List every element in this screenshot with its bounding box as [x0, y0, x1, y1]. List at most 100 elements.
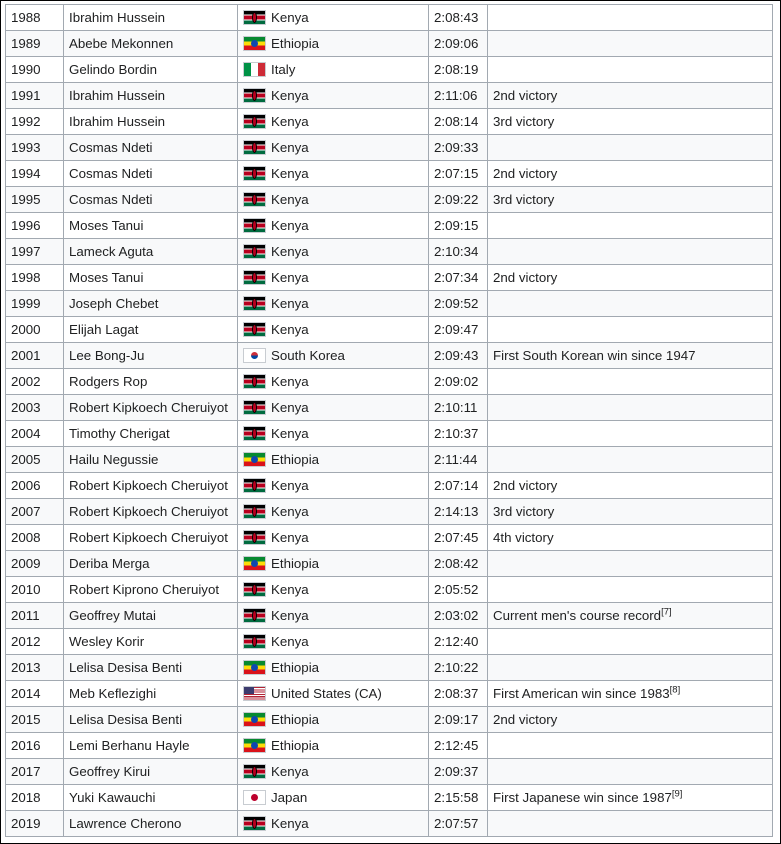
finish-time: 2:08:19 — [434, 62, 479, 77]
time-cell: 2:05:52 — [428, 576, 488, 603]
athlete-name: Robert Kipkoech Cheruiyot — [69, 504, 228, 519]
time-cell: 2:12:45 — [428, 732, 488, 759]
year-cell: 2019 — [5, 810, 64, 837]
athlete-cell: Ibrahim Hussein — [63, 82, 238, 109]
table-row: 2004 Timothy Cherigat Kenya 2:10:37 — [5, 420, 773, 447]
athlete-name: Ibrahim Hussein — [69, 114, 166, 129]
country-link[interactable]: United States (CA) — [271, 686, 382, 701]
country-link[interactable]: Kenya — [271, 10, 309, 25]
table-row: 2011 Geoffrey Mutai Kenya 2:03:02 Curren… — [5, 602, 773, 629]
athlete-link[interactable]: Abebe Mekonnen — [69, 36, 173, 51]
athlete-link[interactable]: Lelisa Desisa Benti — [69, 660, 182, 675]
athlete-link[interactable]: Cosmas Ndeti — [69, 140, 153, 155]
year-text: 2007 — [11, 504, 41, 519]
year-link[interactable]: 2011 — [11, 608, 40, 623]
time-cell: 2:10:11 — [428, 394, 488, 421]
country-name: Ethiopia — [271, 711, 320, 727]
athlete-cell: Abebe Mekonnen — [63, 30, 238, 57]
country-link[interactable]: Ethiopia — [271, 738, 319, 753]
athlete-link[interactable]: Lawrence Cherono — [69, 816, 181, 831]
athlete-link[interactable]: Robert Kiprono Cheruiyot — [69, 582, 219, 597]
country-link[interactable]: Ethiopia — [271, 36, 319, 51]
kenya-flag-icon — [243, 114, 266, 130]
country-cell: Kenya — [237, 394, 429, 421]
year-link[interactable]: 2019 — [11, 816, 41, 831]
time-cell: 2:08:37 — [428, 680, 488, 707]
athlete-link[interactable]: Elijah Lagat — [69, 322, 139, 337]
year-cell: 1993 — [5, 134, 64, 161]
year-cell: 2005 — [5, 446, 64, 473]
athlete-link[interactable]: Ibrahim Hussein — [69, 10, 165, 25]
country-name: Kenya — [271, 607, 309, 623]
athlete-cell: Robert Kipkoech Cheruiyot — [63, 498, 238, 525]
note-text: 2nd victory — [493, 270, 558, 285]
citation-ref[interactable]: [8] — [670, 685, 681, 696]
kenya-flag-icon — [243, 400, 266, 416]
athlete-link[interactable]: Robert Kipkoech Cheruiyot — [69, 400, 228, 415]
athlete-link[interactable]: Geoffrey Kirui — [69, 764, 150, 779]
country-name: Kenya — [271, 763, 309, 779]
citation-ref[interactable]: [9] — [672, 789, 683, 800]
ethiopia-flag-icon — [243, 556, 266, 572]
country-cell: Kenya — [237, 186, 429, 213]
time-cell: 2:09:15 — [428, 212, 488, 239]
finish-time: 2:08:42 — [434, 556, 479, 571]
athlete-link[interactable]: Joseph Chebet — [69, 296, 158, 311]
country-cell: Ethiopia — [237, 550, 429, 577]
year-link[interactable]: 2013 — [11, 660, 41, 675]
year-link[interactable]: 2018 — [11, 790, 41, 805]
ethiopia-flag-icon — [243, 36, 266, 52]
notes-cell: 4th victory — [487, 524, 773, 551]
country-cell: Kenya — [237, 108, 429, 135]
athlete-cell: Timothy Cherigat — [63, 420, 238, 447]
athlete-link[interactable]: Hailu Negussie — [69, 452, 158, 467]
country-cell: Kenya — [237, 264, 429, 291]
citation-ref[interactable]: [7] — [661, 607, 672, 618]
athlete-link[interactable]: Wesley Korir — [69, 634, 144, 649]
athlete-link[interactable]: Rodgers Rop — [69, 374, 147, 389]
athlete-link[interactable]: Geoffrey Mutai — [69, 608, 156, 623]
time-cell: 2:10:22 — [428, 654, 488, 681]
table-row: 2001 Lee Bong-Ju South Korea 2:09:43 Fir… — [5, 342, 773, 369]
finish-time: 2:09:37 — [434, 764, 479, 779]
year-text: 1998 — [11, 270, 41, 285]
kenya-flag-icon — [243, 10, 266, 26]
country-cell: Kenya — [237, 290, 429, 317]
finish-time: 2:05:52 — [434, 582, 479, 597]
year-link[interactable]: 2017 — [11, 764, 41, 779]
year-link[interactable]: 2014 — [11, 686, 41, 701]
country-name: Kenya — [271, 87, 309, 103]
year-link[interactable]: 2016 — [11, 738, 41, 753]
athlete-link[interactable]: Meb Keflezighi — [69, 686, 156, 701]
notes-cell — [487, 212, 773, 239]
country-name: Kenya — [271, 321, 309, 337]
time-cell: 2:07:45 — [428, 524, 488, 551]
athlete-cell: Robert Kipkoech Cheruiyot — [63, 524, 238, 551]
year-link[interactable]: 2015 — [11, 712, 41, 727]
athlete-link[interactable]: Lameck Aguta — [69, 244, 153, 259]
notes-cell — [487, 316, 773, 343]
notes-cell — [487, 654, 773, 681]
country-cell: Kenya — [237, 472, 429, 499]
athlete-name: Moses Tanui — [69, 270, 144, 285]
kenya-flag-icon — [243, 816, 266, 832]
athlete-link[interactable]: Lee Bong-Ju — [69, 348, 144, 363]
finish-time: 2:09:06 — [434, 36, 479, 51]
year-cell: 2007 — [5, 498, 64, 525]
year-text: 1996 — [11, 218, 41, 233]
athlete-link[interactable]: Timothy Cherigat — [69, 426, 170, 441]
year-link[interactable]: 2012 — [11, 634, 41, 649]
athlete-link[interactable]: Lemi Berhanu Hayle — [69, 738, 189, 753]
table-row: 2015 Lelisa Desisa Benti Ethiopia 2:09:1… — [5, 706, 773, 733]
athlete-link[interactable]: Yuki Kawauchi — [69, 790, 155, 805]
athlete-cell: Lelisa Desisa Benti — [63, 654, 238, 681]
athlete-link[interactable]: Gelindo Bordin — [69, 62, 157, 77]
finish-time: 2:10:11 — [434, 400, 478, 415]
athlete-link[interactable]: Deriba Merga — [69, 556, 150, 571]
athlete-link[interactable]: Moses Tanui — [69, 218, 143, 233]
country-link[interactable]: Italy — [271, 62, 295, 77]
time-cell: 2:09:17 — [428, 706, 488, 733]
note-text: 2nd victory — [493, 88, 558, 103]
year-text: 1991 — [11, 88, 41, 103]
finish-time: 2:09:15 — [434, 218, 479, 233]
